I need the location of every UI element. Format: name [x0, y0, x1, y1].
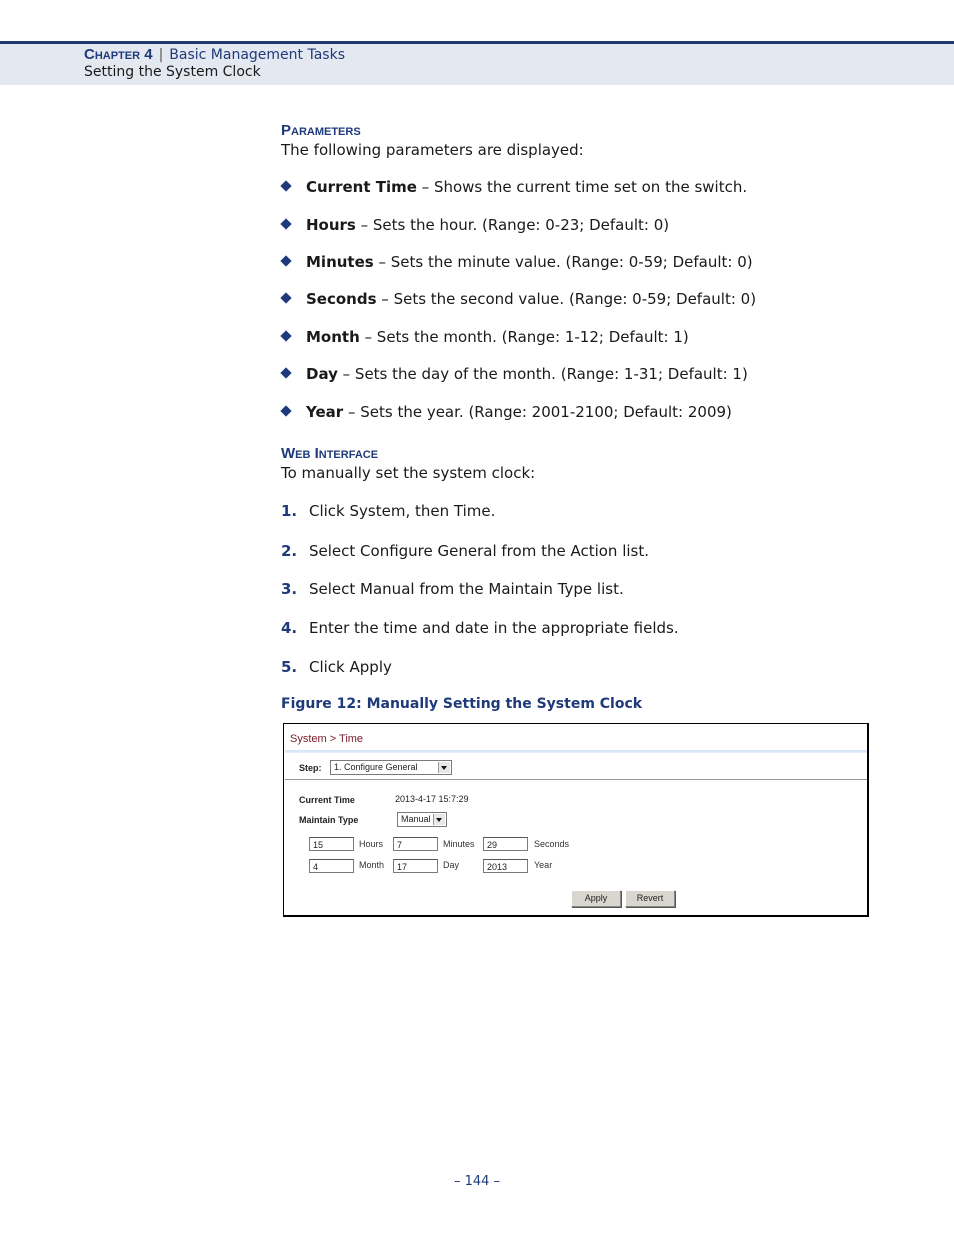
param-desc: – Sets the day of the month. (Range: 1-3…	[337, 365, 748, 383]
maintain-type-value: Manual	[401, 814, 431, 824]
step-select[interactable]: 1. Configure General	[330, 760, 452, 775]
step-text: Select Configure General from the Action…	[309, 542, 649, 560]
step-number: 5.	[281, 658, 298, 676]
web-interface-heading: Web Interface	[281, 445, 379, 462]
bullet-diamond-icon	[280, 180, 292, 192]
param-term: Month	[306, 328, 360, 346]
bullet-diamond-icon	[280, 218, 292, 230]
param-term: Current Time	[306, 178, 417, 196]
step-item: 4. Enter the time and date in the appropr…	[281, 619, 679, 637]
step-item: 3. Select Manual from the Maintain Type l…	[281, 580, 624, 598]
chapter-label: Chapter 4	[84, 46, 153, 63]
chapter-title: Basic Management Tasks	[169, 47, 345, 63]
system-time-figure: System > Time Step: 1. Configure General…	[283, 723, 869, 917]
bullet-diamond-icon	[280, 367, 292, 379]
chevron-down-icon[interactable]	[433, 814, 445, 825]
current-time-value: 2013-4-17 15:7:29	[395, 794, 469, 804]
month-input[interactable]: 4	[309, 859, 354, 873]
bullet-diamond-icon	[280, 405, 292, 417]
figure-caption: Figure 12: Manually Setting the System C…	[281, 696, 643, 712]
param-item: Hours – Sets the hour. (Range: 0-23; Def…	[280, 216, 670, 234]
step-label: Step:	[299, 763, 322, 773]
param-desc: – Sets the second value. (Range: 0-59; D…	[376, 290, 757, 308]
step-item: 2. Select Configure General from the Acti…	[281, 542, 649, 560]
step-select-value: 1. Configure General	[334, 762, 418, 772]
parameters-heading: Parameters	[281, 122, 361, 139]
param-desc: – Sets the year. (Range: 2001-2100; Defa…	[343, 403, 732, 421]
bullet-diamond-icon	[280, 292, 292, 304]
revert-button[interactable]: Revert	[625, 890, 675, 907]
seconds-label: Seconds	[534, 839, 570, 849]
parameters-intro: The following parameters are displayed:	[281, 141, 584, 159]
param-item: Month – Sets the month. (Range: 1-12; De…	[280, 328, 689, 346]
bullet-diamond-icon	[280, 255, 292, 267]
step-item: 5. Click Apply	[281, 658, 392, 676]
day-label: Day	[443, 860, 460, 870]
web-interface-intro: To manually set the system clock:	[281, 464, 536, 482]
maintain-type-select[interactable]: Manual	[397, 812, 447, 827]
param-term: Hours	[306, 216, 356, 234]
param-desc: – Sets the minute value. (Range: 0-59; D…	[373, 253, 753, 271]
step-number: 1.	[281, 502, 298, 520]
month-label: Month	[359, 860, 385, 870]
step-number: 2.	[281, 542, 298, 560]
seconds-input[interactable]: 29	[483, 837, 528, 851]
hours-label: Hours	[359, 839, 384, 849]
day-input[interactable]: 17	[393, 859, 438, 873]
hours-input[interactable]: 15	[309, 837, 354, 851]
breadcrumb: System > Time	[290, 733, 364, 745]
minutes-label: Minutes	[443, 839, 475, 849]
divider	[285, 779, 867, 780]
maintain-type-label: Maintain Type	[299, 815, 359, 825]
step-item: 1. Click System, then Time.	[281, 502, 495, 520]
param-item: Year – Sets the year. (Range: 2001-2100;…	[280, 403, 732, 421]
step-text: Click Apply	[309, 658, 392, 676]
param-desc: – Sets the month. (Range: 1-12; Default:…	[359, 328, 689, 346]
apply-button[interactable]: Apply	[571, 890, 621, 907]
param-term: Year	[306, 403, 344, 421]
minutes-input[interactable]: 7	[393, 837, 438, 851]
param-item: Day – Sets the day of the month. (Range:…	[280, 365, 748, 383]
step-number: 4.	[281, 619, 298, 637]
step-number: 3.	[281, 580, 298, 598]
param-term: Day	[306, 365, 338, 383]
param-term: Seconds	[306, 290, 377, 308]
header-separator: |	[158, 47, 164, 63]
param-desc: – Shows the current time set on the swit…	[416, 178, 748, 196]
param-desc: – Sets the hour. (Range: 0-23; Default: …	[355, 216, 670, 234]
step-text: Click System, then Time.	[309, 502, 496, 520]
page-number: – 144 –	[453, 1174, 501, 1189]
bullet-diamond-icon	[280, 330, 292, 342]
step-text: Enter the time and date in the appropria…	[309, 619, 679, 637]
param-item: Minutes – Sets the minute value. (Range:…	[280, 253, 753, 271]
param-item: Seconds – Sets the second value. (Range:…	[280, 290, 757, 308]
chevron-down-icon[interactable]	[438, 762, 450, 773]
chapter-line: Chapter 4 | Basic Management Tasks	[84, 46, 345, 63]
section-title: Setting the System Clock	[84, 64, 261, 80]
current-time-label: Current Time	[299, 795, 355, 805]
year-label: Year	[534, 860, 553, 870]
param-term: Minutes	[306, 253, 374, 271]
year-input[interactable]: 2013	[483, 859, 528, 873]
step-text: Select Manual from the Maintain Type lis…	[309, 580, 624, 598]
param-item: Current Time – Shows the current time se…	[280, 178, 748, 196]
title-rule	[285, 750, 867, 753]
